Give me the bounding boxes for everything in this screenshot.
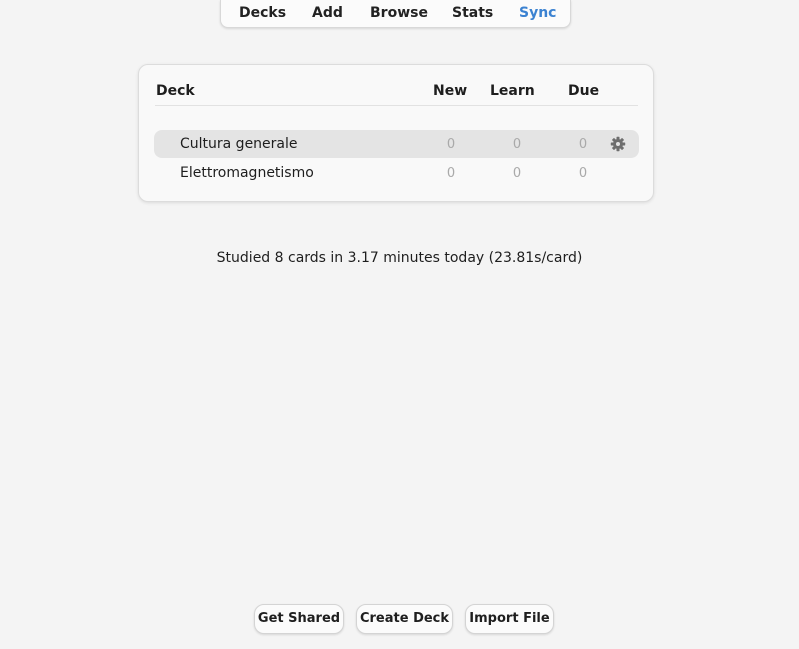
toolbar-sync-link[interactable]: Sync: [519, 5, 556, 22]
toolbar-decks-link[interactable]: Decks: [239, 5, 286, 22]
header-divider: [155, 105, 638, 106]
deck-row-cultura-generale[interactable]: Cultura generale 0 0 0: [154, 130, 639, 158]
learn-count: 0: [512, 137, 522, 152]
gear-icon[interactable]: [610, 136, 626, 152]
import-file-button[interactable]: Import File: [465, 604, 554, 634]
learn-column-header: Learn: [490, 83, 535, 99]
study-summary: Studied 8 cards in 3.17 minutes today (2…: [216, 250, 583, 266]
deck-row-elettromagnetismo[interactable]: Elettromagnetismo 0 0 0: [154, 159, 639, 187]
get-shared-button[interactable]: Get Shared: [254, 604, 344, 634]
toolbar-add-link[interactable]: Add: [312, 5, 343, 22]
deck-name-link[interactable]: Cultura generale: [180, 136, 298, 153]
deck-name-link[interactable]: Elettromagnetismo: [180, 165, 314, 182]
due-column-header: Due: [568, 83, 600, 99]
toolbar-stats-link[interactable]: Stats: [452, 5, 493, 22]
new-count: 0: [446, 166, 456, 181]
deck-list-panel: Deck New Learn Due Cultura generale 0 0 …: [138, 64, 654, 202]
deck-column-header: Deck: [156, 83, 195, 99]
due-count: 0: [578, 137, 588, 152]
toolbar-browse-link[interactable]: Browse: [370, 5, 428, 22]
learn-count: 0: [512, 166, 522, 181]
new-count: 0: [446, 137, 456, 152]
anki-deck-browser: Decks Add Browse Stats Sync Deck New Lea…: [0, 0, 799, 649]
due-count: 0: [578, 166, 588, 181]
create-deck-button[interactable]: Create Deck: [356, 604, 453, 634]
new-column-header: New: [433, 83, 468, 99]
top-toolbar: Decks Add Browse Stats Sync: [220, 0, 571, 28]
